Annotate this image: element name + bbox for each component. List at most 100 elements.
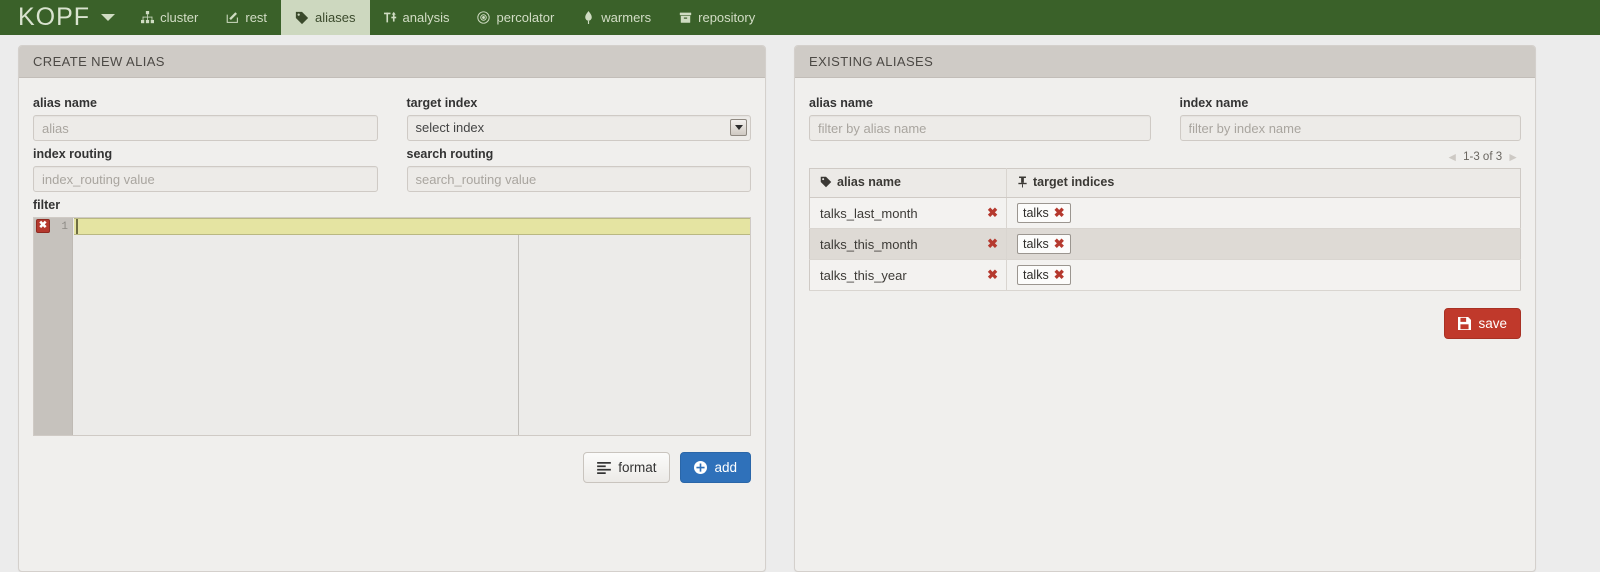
archive-icon [679,11,692,24]
alias-name-value: talks_last_month [820,205,918,221]
create-panel-title: CREATE NEW ALIAS [19,46,765,78]
index-routing-label: index routing [33,147,113,161]
remove-index-icon[interactable]: ✖ [1054,205,1065,221]
filter-alias-name-input[interactable] [809,115,1151,141]
editor-gutter: ✖ 1 [34,218,73,435]
editor-active-line [74,218,750,235]
brand-kopf[interactable]: KOPF [0,0,127,35]
filter-index-name-input[interactable] [1179,115,1521,141]
nav-item-aliases[interactable]: aliases [281,0,370,35]
save-button[interactable]: save [1444,308,1521,339]
nav-item-warmers[interactable]: warmers [568,0,665,35]
existing-panel-title: EXISTING ALIASES [795,46,1535,78]
chevron-down-icon[interactable] [101,14,116,21]
nav-label-percolator: percolator [496,10,555,25]
pagination: ◄ 1-3 of 3 ► [809,151,1519,163]
format-button[interactable]: format [583,452,671,483]
pagination-summary: 1-3 of 3 [1463,151,1503,163]
nav-items: cluster rest aliases analysis percolator… [127,0,769,35]
remove-index-icon[interactable]: ✖ [1054,236,1065,252]
tag-icon [295,11,309,25]
nav-label-cluster: cluster [160,10,199,25]
filter-code-editor[interactable]: ✖ 1 [33,217,751,436]
editor-line-number: 1 [61,220,68,233]
filter-alias-name-group: alias name [809,90,1151,141]
nav-label-rest: rest [245,10,268,25]
top-navbar: KOPF cluster rest aliases analysis perco… [0,0,1600,35]
editor-content[interactable] [74,218,750,435]
thumbtack-icon [1017,176,1028,191]
th-target-indices[interactable]: target indices [1006,168,1521,198]
brand-label: KOPF [18,3,91,31]
tag-icon [820,176,832,191]
remove-alias-icon[interactable]: ✖ [987,205,998,221]
aliases-table-body: talks_last_month ✖ talks ✖ talks_this_mo… [809,197,1521,291]
index-badge-label: talks [1023,206,1049,220]
target-index-select[interactable]: select index [406,115,751,141]
cell-alias-name: talks_last_month ✖ [809,197,1007,229]
index-badge-label: talks [1023,237,1049,251]
index-badge: talks ✖ [1017,265,1071,285]
remove-index-icon[interactable]: ✖ [1054,267,1065,283]
create-row-1: alias name target index select index [33,90,751,141]
create-row-2: index routing search routing [33,141,751,192]
th-alias-name[interactable]: alias name [809,168,1007,198]
editor-cursor [76,219,78,234]
cell-alias-name: talks_this_year ✖ [809,259,1007,291]
table-row[interactable]: talks_last_month ✖ talks ✖ [809,197,1521,229]
editor-gutter-row: ✖ 1 [34,218,72,235]
existing-panel-body: alias name index name ◄ 1-3 of 3 ► [795,78,1535,571]
index-routing-input[interactable] [33,166,378,192]
th-target-indices-label: target indices [1033,175,1115,189]
nav-item-analysis[interactable]: analysis [370,0,464,35]
filter-alias-name-label: alias name [809,96,873,110]
create-panel-buttons: format add [33,452,751,483]
flame-icon [582,11,595,24]
cell-target-indices: talks ✖ [1006,197,1521,229]
add-button[interactable]: add [680,452,751,483]
create-panel-body: alias name target index select index ind… [19,78,765,571]
nav-item-repository[interactable]: repository [665,0,769,35]
target-index-label: target index [406,96,478,110]
sitemap-icon [141,11,155,24]
nav-item-rest[interactable]: rest [212,0,281,35]
main-container: CREATE NEW ALIAS alias name target index… [0,35,1600,572]
aliases-table-head: alias name target indices [809,168,1521,198]
select-dropdown-arrow-icon[interactable] [730,119,747,136]
search-routing-label: search routing [406,147,494,161]
table-header-row: alias name target indices [809,168,1521,198]
pagination-prev-button[interactable]: ◄ [1446,151,1458,163]
nav-label-warmers: warmers [601,10,652,25]
alias-name-group: alias name [33,90,378,141]
aliases-table: alias name target indices talks_last_mon… [809,168,1521,291]
save-row: save [809,308,1521,339]
index-routing-group: index routing [33,141,378,192]
nav-label-aliases: aliases [315,10,356,25]
add-button-label: add [714,460,737,475]
floppy-disk-icon [1458,317,1472,330]
target-index-select-wrap: select index [406,115,751,141]
format-button-label: format [618,460,657,475]
remove-alias-icon[interactable]: ✖ [987,267,998,283]
existing-aliases-panel: EXISTING ALIASES alias name index name ◄… [794,45,1536,572]
filter-index-name-group: index name [1179,90,1521,141]
pagination-next-button[interactable]: ► [1507,151,1519,163]
nav-item-percolator[interactable]: percolator [463,0,568,35]
search-routing-input[interactable] [406,166,751,192]
index-badge: talks ✖ [1017,203,1071,223]
create-new-alias-panel: CREATE NEW ALIAS alias name target index… [18,45,766,572]
target-index-group: target index select index [406,90,751,141]
alias-name-value: talks_this_month [820,236,918,252]
text-height-icon [383,11,397,24]
plus-circle-icon [694,461,708,474]
editor-print-margin [518,235,519,435]
nav-item-cluster[interactable]: cluster [127,0,212,35]
cell-target-indices: talks ✖ [1006,259,1521,291]
table-row[interactable]: talks_this_month ✖ talks ✖ [809,228,1521,260]
editor-error-marker-icon[interactable]: ✖ [36,219,50,233]
filter-index-name-label: index name [1179,96,1249,110]
nav-label-repository: repository [698,10,756,25]
remove-alias-icon[interactable]: ✖ [987,236,998,252]
table-row[interactable]: talks_this_year ✖ talks ✖ [809,259,1521,291]
alias-name-input[interactable] [33,115,378,141]
